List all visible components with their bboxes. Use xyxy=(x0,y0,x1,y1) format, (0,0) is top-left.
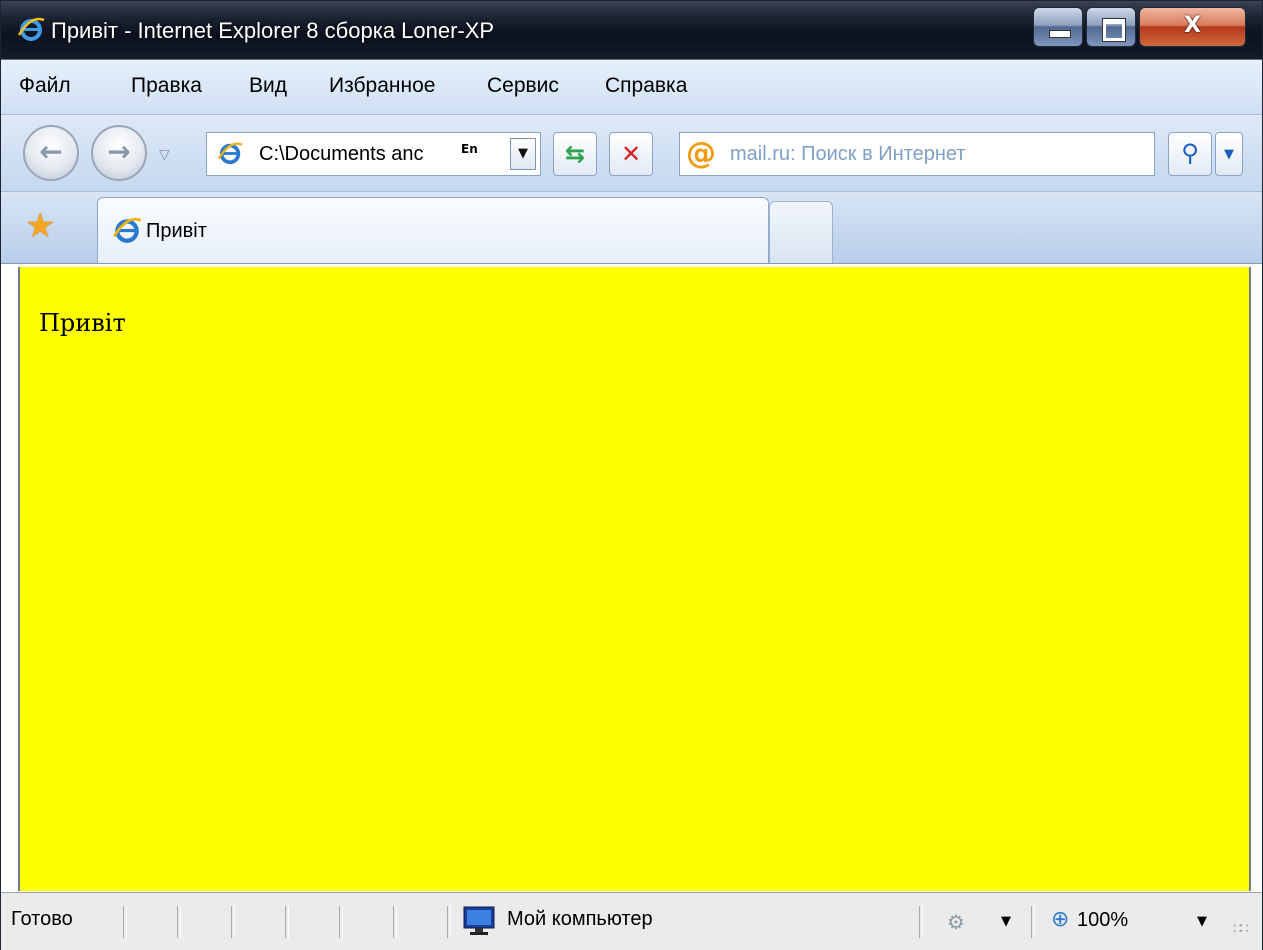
status-separator xyxy=(919,906,923,938)
menu-tools[interactable]: Сервис xyxy=(487,74,559,98)
magnifier-icon: ⚲ xyxy=(1181,139,1199,167)
status-separator xyxy=(231,906,235,938)
status-bar: Готово Мой компьютер ⚙ ▼ ⊕ 100% ▼ ∷∷ xyxy=(1,892,1262,950)
page-ie-icon xyxy=(217,140,243,166)
zoom-icon[interactable]: ⊕ xyxy=(1051,907,1069,932)
menu-edit[interactable]: Правка xyxy=(131,74,202,98)
minimize-button[interactable] xyxy=(1033,7,1083,47)
address-input[interactable]: C:\Documents anc xyxy=(259,143,424,166)
status-separator xyxy=(285,906,289,938)
navigation-bar: ← → ▽ C:\Documents anc En ▼ ⇆ ✕ @ mail.r… xyxy=(1,115,1262,192)
tab-privit[interactable]: Привіт xyxy=(97,197,769,263)
refresh-icon: ⇆ xyxy=(564,140,586,168)
language-indicator[interactable]: En xyxy=(461,138,478,158)
ie-window: Привіт - Internet Explorer 8 сборка Lone… xyxy=(0,0,1263,950)
title-bar[interactable]: Привіт - Internet Explorer 8 сборка Lone… xyxy=(1,1,1262,60)
tab-ie-icon xyxy=(112,215,142,245)
zoom-level[interactable]: 100% xyxy=(1077,909,1128,932)
window-title: Привіт - Internet Explorer 8 сборка Lone… xyxy=(51,18,495,43)
search-options-dropdown[interactable]: ▼ xyxy=(1215,132,1243,176)
address-dropdown-icon[interactable]: ▼ xyxy=(510,138,536,170)
search-input[interactable]: mail.ru: Поиск в Интернет xyxy=(730,143,966,166)
resize-grip-icon[interactable]: ∷∷ xyxy=(1233,921,1249,937)
security-zone-text[interactable]: Мой компьютер xyxy=(507,908,653,931)
search-box[interactable]: @ mail.ru: Поиск в Интернет xyxy=(679,132,1155,176)
minimize-icon xyxy=(1049,30,1071,38)
menu-view[interactable]: Вид xyxy=(249,74,287,98)
zoom-dropdown-icon[interactable]: ▼ xyxy=(1197,914,1207,929)
protected-mode-icon[interactable]: ⚙ xyxy=(947,910,965,934)
maximize-button[interactable] xyxy=(1086,7,1136,47)
status-separator xyxy=(123,906,127,938)
ie-logo-icon xyxy=(17,15,45,43)
maximize-icon xyxy=(1102,18,1126,42)
refresh-button[interactable]: ⇆ xyxy=(553,132,597,176)
chevron-down-icon: ▼ xyxy=(1224,147,1234,162)
mailru-logo-icon: @ xyxy=(686,136,716,171)
forward-button[interactable]: → xyxy=(91,125,147,181)
status-separator xyxy=(1031,906,1035,938)
status-separator xyxy=(447,906,451,938)
status-separator xyxy=(177,906,181,938)
back-arrow-icon: ← xyxy=(39,135,63,168)
menu-help[interactable]: Справка xyxy=(605,74,687,98)
menu-bar: Файл Правка Вид Избранное Сервис Справка xyxy=(1,60,1262,115)
search-button[interactable]: ⚲ xyxy=(1168,132,1212,176)
close-icon: X xyxy=(1184,13,1201,38)
forward-arrow-icon: → xyxy=(107,135,131,168)
history-dropdown-icon[interactable]: ▽ xyxy=(159,147,170,163)
status-separator xyxy=(393,906,397,938)
back-button[interactable]: ← xyxy=(23,125,79,181)
page-content: Привіт xyxy=(18,267,1251,891)
language-indicator-text: En xyxy=(461,142,478,156)
tab-bar: ★ Привіт xyxy=(1,192,1262,264)
close-button[interactable]: X xyxy=(1139,7,1246,47)
protected-mode-dropdown-icon[interactable]: ▼ xyxy=(1001,914,1011,929)
stop-button[interactable]: ✕ xyxy=(609,132,653,176)
computer-icon xyxy=(461,905,499,937)
menu-file[interactable]: Файл xyxy=(19,74,71,98)
tab-label: Привіт xyxy=(146,220,207,242)
status-text: Готово xyxy=(11,908,73,930)
page-body-text: Привіт xyxy=(39,309,126,337)
status-separator xyxy=(339,906,343,938)
new-tab-button[interactable] xyxy=(769,201,833,263)
stop-icon: ✕ xyxy=(620,140,642,168)
menu-favorites[interactable]: Избранное xyxy=(329,74,435,98)
address-bar[interactable]: C:\Documents anc En ▼ xyxy=(206,132,541,176)
star-icon[interactable]: ★ xyxy=(25,206,55,246)
